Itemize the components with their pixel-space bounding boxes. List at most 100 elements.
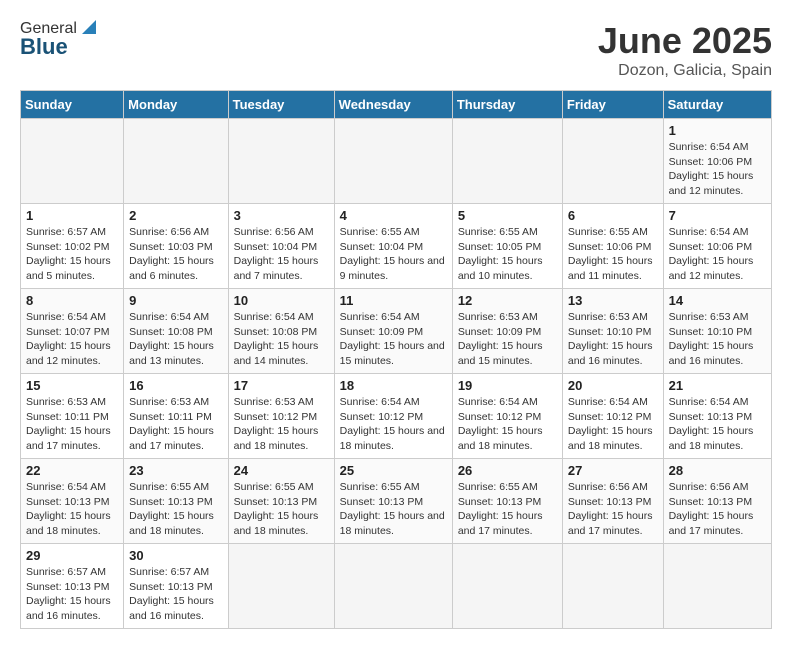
calendar-week-row: 15 Sunrise: 6:53 AMSunset: 10:11 PMDayli… <box>21 374 772 459</box>
header-monday: Monday <box>124 91 228 119</box>
header-wednesday: Wednesday <box>334 91 452 119</box>
day-info: Sunrise: 6:57 AMSunset: 10:02 PMDaylight… <box>26 226 111 282</box>
calendar-cell: 17 Sunrise: 6:53 AMSunset: 10:12 PMDayli… <box>228 374 334 459</box>
calendar-cell: 1 Sunrise: 6:57 AMSunset: 10:02 PMDaylig… <box>21 204 124 289</box>
calendar-cell: 6 Sunrise: 6:55 AMSunset: 10:06 PMDaylig… <box>562 204 663 289</box>
day-number: 6 <box>568 208 658 223</box>
page-title: June 2025 <box>598 20 772 62</box>
calendar-cell: 25 Sunrise: 6:55 AMSunset: 10:13 PMDayli… <box>334 459 452 544</box>
day-number: 9 <box>129 293 222 308</box>
day-info: Sunrise: 6:55 AMSunset: 10:05 PMDaylight… <box>458 226 543 282</box>
calendar-cell: 12 Sunrise: 6:53 AMSunset: 10:09 PMDayli… <box>452 289 562 374</box>
calendar-cell <box>21 119 124 204</box>
day-number: 13 <box>568 293 658 308</box>
calendar-header-row: SundayMondayTuesdayWednesdayThursdayFrid… <box>21 91 772 119</box>
day-number: 25 <box>340 463 447 478</box>
day-number: 14 <box>669 293 766 308</box>
day-number: 7 <box>669 208 766 223</box>
calendar-cell: 23 Sunrise: 6:55 AMSunset: 10:13 PMDayli… <box>124 459 228 544</box>
calendar-cell: 5 Sunrise: 6:55 AMSunset: 10:05 PMDaylig… <box>452 204 562 289</box>
calendar-cell <box>452 544 562 629</box>
day-info: Sunrise: 6:53 AMSunset: 10:10 PMDaylight… <box>568 311 653 367</box>
logo: General Blue <box>20 20 97 60</box>
calendar-cell: 22 Sunrise: 6:54 AMSunset: 10:13 PMDayli… <box>21 459 124 544</box>
calendar-cell: 10 Sunrise: 6:54 AMSunset: 10:08 PMDayli… <box>228 289 334 374</box>
header-sunday: Sunday <box>21 91 124 119</box>
day-info: Sunrise: 6:54 AMSunset: 10:08 PMDaylight… <box>129 311 214 367</box>
day-info: Sunrise: 6:54 AMSunset: 10:12 PMDaylight… <box>340 396 445 452</box>
day-info: Sunrise: 6:56 AMSunset: 10:04 PMDaylight… <box>234 226 319 282</box>
day-info: Sunrise: 6:55 AMSunset: 10:13 PMDaylight… <box>340 481 445 537</box>
page-header: General Blue June 2025 Dozon, Galicia, S… <box>20 20 772 80</box>
day-number: 1 <box>669 123 766 138</box>
day-info: Sunrise: 6:54 AMSunset: 10:06 PMDaylight… <box>669 141 754 197</box>
day-info: Sunrise: 6:53 AMSunset: 10:12 PMDaylight… <box>234 396 319 452</box>
day-info: Sunrise: 6:56 AMSunset: 10:13 PMDaylight… <box>669 481 754 537</box>
day-info: Sunrise: 6:55 AMSunset: 10:04 PMDaylight… <box>340 226 445 282</box>
day-number: 2 <box>129 208 222 223</box>
day-number: 30 <box>129 548 222 563</box>
calendar-table: SundayMondayTuesdayWednesdayThursdayFrid… <box>20 90 772 629</box>
calendar-cell: 4 Sunrise: 6:55 AMSunset: 10:04 PMDaylig… <box>334 204 452 289</box>
day-number: 4 <box>340 208 447 223</box>
calendar-cell: 13 Sunrise: 6:53 AMSunset: 10:10 PMDayli… <box>562 289 663 374</box>
header-tuesday: Tuesday <box>228 91 334 119</box>
day-number: 20 <box>568 378 658 393</box>
header-thursday: Thursday <box>452 91 562 119</box>
day-number: 27 <box>568 463 658 478</box>
calendar-cell: 30 Sunrise: 6:57 AMSunset: 10:13 PMDayli… <box>124 544 228 629</box>
calendar-cell <box>228 544 334 629</box>
day-number: 5 <box>458 208 557 223</box>
day-info: Sunrise: 6:54 AMSunset: 10:12 PMDaylight… <box>458 396 543 452</box>
day-info: Sunrise: 6:54 AMSunset: 10:09 PMDaylight… <box>340 311 445 367</box>
calendar-cell: 18 Sunrise: 6:54 AMSunset: 10:12 PMDayli… <box>334 374 452 459</box>
header-saturday: Saturday <box>663 91 771 119</box>
day-number: 21 <box>669 378 766 393</box>
day-info: Sunrise: 6:53 AMSunset: 10:11 PMDaylight… <box>26 396 111 452</box>
calendar-cell: 29 Sunrise: 6:57 AMSunset: 10:13 PMDayli… <box>21 544 124 629</box>
day-number: 17 <box>234 378 329 393</box>
day-number: 16 <box>129 378 222 393</box>
calendar-cell: 21 Sunrise: 6:54 AMSunset: 10:13 PMDayli… <box>663 374 771 459</box>
calendar-cell: 24 Sunrise: 6:55 AMSunset: 10:13 PMDayli… <box>228 459 334 544</box>
calendar-week-row: 1 Sunrise: 6:57 AMSunset: 10:02 PMDaylig… <box>21 204 772 289</box>
calendar-cell: 16 Sunrise: 6:53 AMSunset: 10:11 PMDayli… <box>124 374 228 459</box>
day-number: 8 <box>26 293 118 308</box>
day-info: Sunrise: 6:53 AMSunset: 10:11 PMDaylight… <box>129 396 214 452</box>
calendar-cell: 9 Sunrise: 6:54 AMSunset: 10:08 PMDaylig… <box>124 289 228 374</box>
day-info: Sunrise: 6:53 AMSunset: 10:10 PMDaylight… <box>669 311 754 367</box>
day-number: 3 <box>234 208 329 223</box>
calendar-cell: 14 Sunrise: 6:53 AMSunset: 10:10 PMDayli… <box>663 289 771 374</box>
day-info: Sunrise: 6:54 AMSunset: 10:13 PMDaylight… <box>669 396 754 452</box>
day-number: 19 <box>458 378 557 393</box>
calendar-cell: 8 Sunrise: 6:54 AMSunset: 10:07 PMDaylig… <box>21 289 124 374</box>
calendar-cell: 7 Sunrise: 6:54 AMSunset: 10:06 PMDaylig… <box>663 204 771 289</box>
day-info: Sunrise: 6:56 AMSunset: 10:13 PMDaylight… <box>568 481 653 537</box>
day-number: 12 <box>458 293 557 308</box>
day-info: Sunrise: 6:53 AMSunset: 10:09 PMDaylight… <box>458 311 543 367</box>
calendar-cell: 1 Sunrise: 6:54 AMSunset: 10:06 PMDaylig… <box>663 119 771 204</box>
calendar-cell: 2 Sunrise: 6:56 AMSunset: 10:03 PMDaylig… <box>124 204 228 289</box>
page-subtitle: Dozon, Galicia, Spain <box>598 62 772 80</box>
calendar-week-row: 1 Sunrise: 6:54 AMSunset: 10:06 PMDaylig… <box>21 119 772 204</box>
calendar-cell: 28 Sunrise: 6:56 AMSunset: 10:13 PMDayli… <box>663 459 771 544</box>
day-info: Sunrise: 6:55 AMSunset: 10:13 PMDaylight… <box>129 481 214 537</box>
day-info: Sunrise: 6:54 AMSunset: 10:13 PMDaylight… <box>26 481 111 537</box>
day-info: Sunrise: 6:57 AMSunset: 10:13 PMDaylight… <box>26 566 111 622</box>
header-friday: Friday <box>562 91 663 119</box>
day-number: 18 <box>340 378 447 393</box>
calendar-cell <box>452 119 562 204</box>
day-number: 11 <box>340 293 447 308</box>
calendar-cell <box>334 544 452 629</box>
day-number: 29 <box>26 548 118 563</box>
title-section: June 2025 Dozon, Galicia, Spain <box>598 20 772 80</box>
day-info: Sunrise: 6:54 AMSunset: 10:07 PMDaylight… <box>26 311 111 367</box>
calendar-cell <box>228 119 334 204</box>
calendar-cell <box>663 544 771 629</box>
day-info: Sunrise: 6:54 AMSunset: 10:12 PMDaylight… <box>568 396 653 452</box>
day-info: Sunrise: 6:54 AMSunset: 10:06 PMDaylight… <box>669 226 754 282</box>
day-number: 10 <box>234 293 329 308</box>
calendar-cell: 15 Sunrise: 6:53 AMSunset: 10:11 PMDayli… <box>21 374 124 459</box>
logo-blue-text: Blue <box>20 34 68 60</box>
day-number: 24 <box>234 463 329 478</box>
